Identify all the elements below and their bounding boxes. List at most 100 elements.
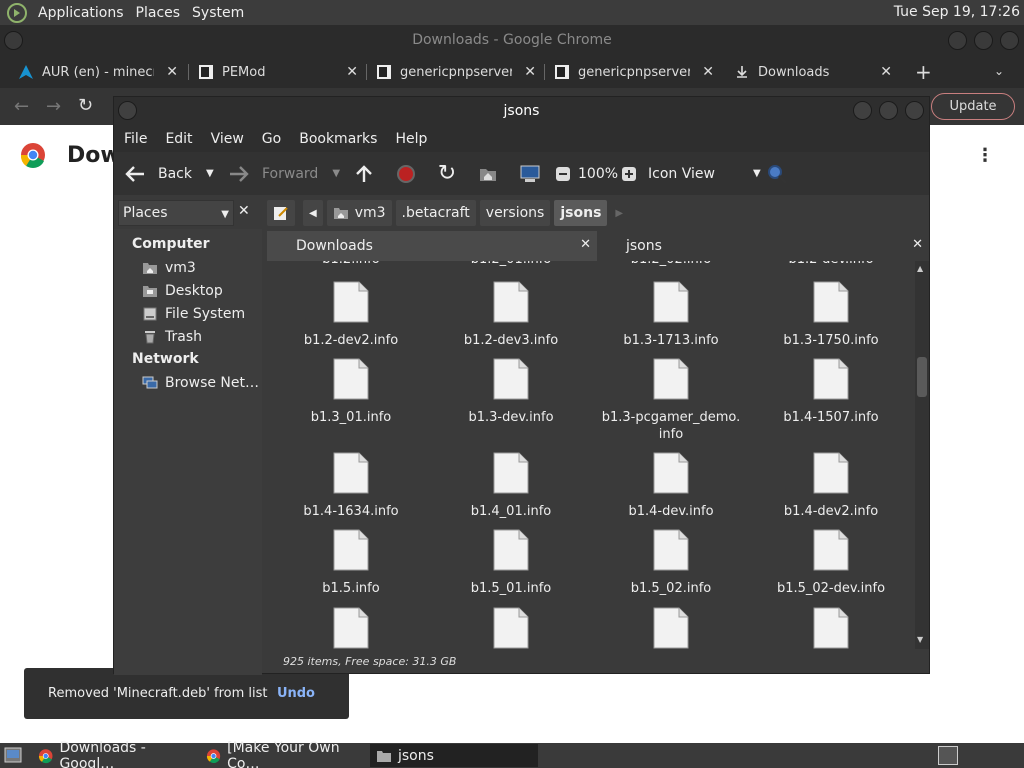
close-button[interactable] xyxy=(1000,31,1019,50)
file-item[interactable]: b1.3-1750.info xyxy=(751,281,911,349)
menu-go[interactable]: Go xyxy=(262,131,281,147)
file-item[interactable]: b1.4-1634.info xyxy=(271,452,431,520)
workspace-switcher[interactable] xyxy=(938,746,958,765)
chrome-tab[interactable]: AUR (en) - minecraf ✕ xyxy=(18,56,178,88)
menu-file[interactable]: File xyxy=(124,131,147,147)
reload-icon[interactable]: ↻ xyxy=(78,95,93,116)
menu-view[interactable]: View xyxy=(211,131,244,147)
breadcrumb-right-icon[interactable]: ▶ xyxy=(615,208,623,219)
scrollbar-thumb[interactable] xyxy=(917,357,927,397)
search-button[interactable] xyxy=(766,152,788,195)
taskbar-item-chrome-make[interactable]: [Make Your Own Co… xyxy=(200,740,368,768)
file-item[interactable]: b1.2.info xyxy=(271,261,431,268)
file-item[interactable]: b1.3_01.info xyxy=(271,358,431,426)
distro-logo-icon[interactable] xyxy=(6,2,28,24)
sidebar-item-file-system[interactable]: File System xyxy=(114,302,262,325)
file-item[interactable]: b1.3-dev.info xyxy=(431,358,591,426)
close-icon[interactable]: ✕ xyxy=(238,203,250,219)
file-item[interactable]: b1.4-dev.info xyxy=(591,452,751,520)
sidebar-places-select[interactable]: Places ▼ xyxy=(118,200,234,226)
breadcrumb-jsons[interactable]: jsons xyxy=(554,200,608,226)
close-icon[interactable]: ✕ xyxy=(346,64,358,80)
clock[interactable]: Tue Sep 19, 17:26 xyxy=(894,4,1020,20)
show-desktop-icon[interactable] xyxy=(4,747,22,767)
file-item[interactable]: b1.5_01.info xyxy=(431,529,591,597)
menu-help[interactable]: Help xyxy=(395,131,427,147)
file-item[interactable] xyxy=(431,607,591,649)
breadcrumb-versions[interactable]: versions xyxy=(479,200,551,226)
menu-bookmarks[interactable]: Bookmarks xyxy=(299,131,377,147)
maximize-button[interactable] xyxy=(879,101,898,120)
breadcrumb-betacraft[interactable]: .betacraft xyxy=(395,200,476,226)
back-arrow-icon[interactable]: ← xyxy=(14,96,29,117)
back-button[interactable]: Back ▼ xyxy=(124,152,214,195)
undo-button[interactable]: Undo xyxy=(277,686,315,701)
close-icon[interactable]: ✕ xyxy=(580,237,591,252)
zoom-out-button[interactable]: 100% xyxy=(552,152,618,195)
close-icon[interactable]: ✕ xyxy=(702,64,714,80)
edit-location-button[interactable] xyxy=(267,200,295,226)
more-menu-icon[interactable]: ⋮ xyxy=(976,145,994,166)
chrome-tab[interactable]: PEMod ✕ xyxy=(198,56,358,88)
menu-edit[interactable]: Edit xyxy=(165,131,192,147)
sidebar-item-desktop[interactable]: Desktop xyxy=(114,279,262,302)
tab-search-icon[interactable]: ⌄ xyxy=(994,64,1004,78)
breadcrumb-left-icon[interactable]: ◀ xyxy=(303,200,323,226)
window-menu-button[interactable] xyxy=(4,31,23,50)
scrollbar[interactable]: ▲ ▼ xyxy=(915,261,929,649)
minimize-button[interactable] xyxy=(948,31,967,50)
file-item[interactable]: b1.2_02.info xyxy=(591,261,751,268)
close-button[interactable] xyxy=(905,101,924,120)
update-button[interactable]: Update xyxy=(931,93,1015,120)
window-menu-button[interactable] xyxy=(118,101,137,120)
stop-button[interactable] xyxy=(395,152,417,195)
chrome-tab[interactable]: genericpnpserver.d ✕ xyxy=(376,56,536,88)
forward-arrow-icon[interactable]: → xyxy=(46,96,61,117)
zoom-in-button[interactable] xyxy=(618,152,640,195)
close-icon[interactable]: ✕ xyxy=(880,64,892,80)
applications-menu[interactable]: Applications xyxy=(38,5,124,21)
taskbar-item-jsons[interactable]: jsons xyxy=(370,744,538,767)
maximize-button[interactable] xyxy=(974,31,993,50)
file-item[interactable]: b1.3-pcgamer_demo. info xyxy=(591,358,751,443)
chrome-tab[interactable]: genericpnpserver.d ✕ xyxy=(554,56,714,88)
file-item[interactable] xyxy=(591,607,751,649)
places-menu[interactable]: Places xyxy=(136,5,181,21)
file-item[interactable]: b1.5.info xyxy=(271,529,431,597)
scroll-up-icon[interactable]: ▲ xyxy=(917,264,923,273)
scroll-down-icon[interactable]: ▼ xyxy=(917,635,923,644)
file-item[interactable] xyxy=(271,607,431,649)
system-menu[interactable]: System xyxy=(192,5,244,21)
file-item[interactable]: b1.4-dev2.info xyxy=(751,452,911,520)
file-item[interactable]: b1.5_02.info xyxy=(591,529,751,597)
file-item[interactable]: b1.2-dev2.info xyxy=(271,281,431,349)
file-item[interactable]: b1.2-dev3.info xyxy=(431,281,591,349)
up-button[interactable] xyxy=(353,152,375,195)
file-item[interactable]: b1.3-1713.info xyxy=(591,281,751,349)
tab-jsons[interactable]: jsons ✕ xyxy=(597,231,929,261)
close-icon[interactable]: ✕ xyxy=(524,64,536,80)
new-tab-icon[interactable]: + xyxy=(915,60,932,84)
close-icon[interactable]: ✕ xyxy=(912,237,923,252)
view-mode-select[interactable]: Icon View ▼ xyxy=(648,152,761,195)
sidebar-item-browse-network[interactable]: Browse Net… xyxy=(114,371,262,394)
chrome-tab-active[interactable]: Downloads ✕ xyxy=(734,56,892,88)
chevron-down-icon[interactable]: ▼ xyxy=(206,168,214,179)
computer-button[interactable] xyxy=(519,152,541,195)
taskbar-item-chrome-downloads[interactable]: Downloads - Googl… xyxy=(32,740,200,768)
tab-downloads[interactable]: Downloads ✕ xyxy=(267,231,597,261)
file-item[interactable]: b1.5_02-dev.info xyxy=(751,529,911,597)
file-item[interactable] xyxy=(751,607,911,649)
minimize-button[interactable] xyxy=(853,101,872,120)
home-button[interactable] xyxy=(477,152,499,195)
file-item[interactable]: b1.2_01.info xyxy=(431,261,591,268)
sidebar-item-trash[interactable]: Trash xyxy=(114,325,262,348)
reload-button[interactable]: ↻ xyxy=(436,152,458,195)
close-icon[interactable]: ✕ xyxy=(166,64,178,80)
chevron-down-icon[interactable]: ▼ xyxy=(332,168,340,179)
forward-button[interactable]: Forward ▼ xyxy=(228,152,340,195)
file-item[interactable]: b1.2-dev.info xyxy=(751,261,911,268)
file-item[interactable]: b1.4-1507.info xyxy=(751,358,911,426)
breadcrumb-vm3[interactable]: vm3 xyxy=(326,200,392,226)
sidebar-item-vm3[interactable]: vm3 xyxy=(114,256,262,279)
